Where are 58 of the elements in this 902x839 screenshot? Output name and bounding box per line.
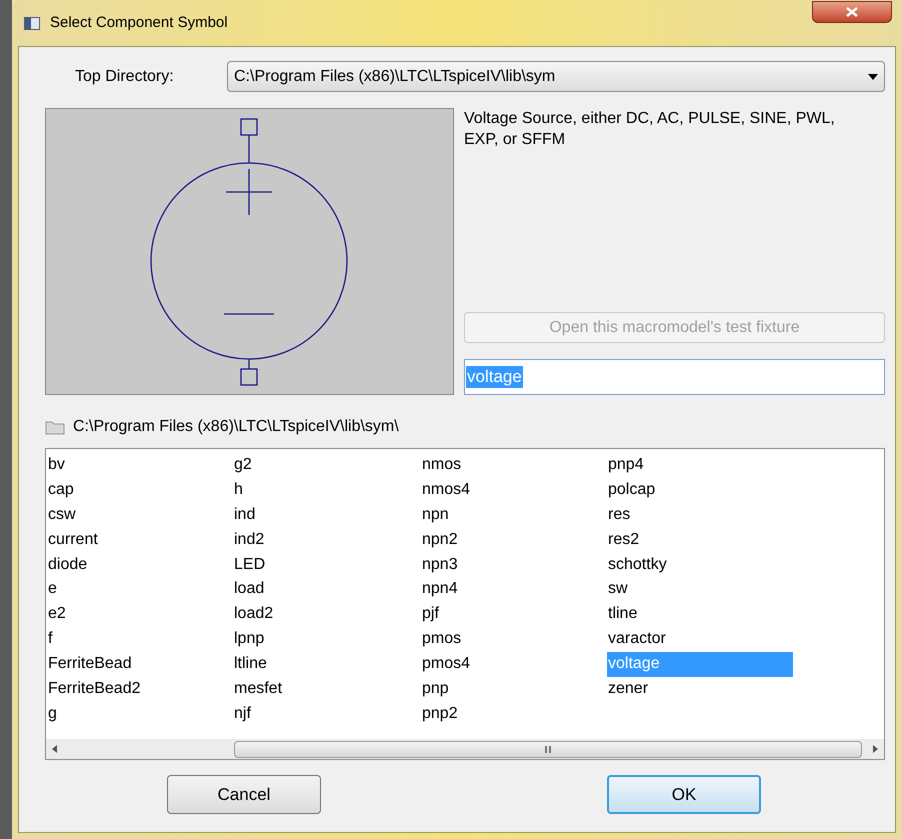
symbol-list-item[interactable]: njf bbox=[233, 702, 421, 727]
symbol-list-item[interactable]: e bbox=[47, 577, 233, 602]
symbol-list-item[interactable]: g2 bbox=[233, 453, 421, 478]
symbol-list-item[interactable]: bv bbox=[47, 453, 233, 478]
symbol-list-item[interactable]: FerriteBead bbox=[47, 652, 233, 678]
folder-icon bbox=[45, 420, 65, 434]
symbol-list-item[interactable]: e2 bbox=[47, 602, 233, 628]
symbol-list-item[interactable]: h bbox=[233, 478, 421, 503]
symbol-list-item[interactable]: pmos4 bbox=[421, 652, 607, 678]
symbol-list-item[interactable]: f bbox=[47, 627, 233, 652]
symbol-list-item[interactable]: pmos bbox=[421, 627, 607, 652]
symbol-list-item[interactable]: pnp4 bbox=[607, 453, 793, 478]
symbol-list-item[interactable]: cap bbox=[47, 478, 233, 503]
symbol-list-item[interactable]: res bbox=[607, 502, 793, 528]
symbol-list-item[interactable]: FerriteBead2 bbox=[47, 677, 233, 702]
folder-path: C:\Program Files (x86)\LTC\LTspiceIV\lib\sym\ bbox=[73, 417, 399, 437]
window-title: Select Component Symbol bbox=[50, 12, 228, 33]
cancel-button[interactable]: Cancel bbox=[167, 775, 321, 814]
symbol-list-item[interactable]: npn3 bbox=[421, 552, 607, 578]
ok-button[interactable]: OK bbox=[607, 775, 761, 814]
scroll-left-icon[interactable] bbox=[52, 745, 57, 753]
symbol-list-item[interactable]: tline bbox=[607, 602, 793, 628]
symbol-list-item[interactable]: csw bbox=[47, 502, 233, 528]
horizontal-scrollbar[interactable] bbox=[46, 739, 884, 759]
app-icon bbox=[24, 16, 40, 30]
symbol-list-item[interactable]: ltline bbox=[233, 652, 421, 678]
symbol-list-item[interactable]: res2 bbox=[607, 528, 793, 553]
symbol-list-item[interactable]: ind bbox=[233, 502, 421, 528]
symbol-list-item[interactable]: schottky bbox=[607, 552, 793, 578]
field-label: Top Directory: bbox=[75, 66, 175, 86]
symbol-list-item[interactable]: ind2 bbox=[233, 528, 421, 553]
dropdown-arrow-icon bbox=[868, 74, 878, 80]
scroll-right-icon[interactable] bbox=[873, 745, 878, 753]
symbol-list-item[interactable]: polcap bbox=[607, 478, 793, 503]
symbol-description: Voltage Source, either DC, AC, PULSE, SINE, PWL, EXP, or SFFM bbox=[464, 109, 836, 150]
scrollbar-thumb[interactable] bbox=[234, 740, 862, 758]
symbol-list-item[interactable]: npn4 bbox=[421, 577, 607, 602]
symbol-list-item[interactable]: pjf bbox=[421, 602, 607, 628]
symbol-list-item[interactable]: npn2 bbox=[421, 528, 607, 553]
directory-dropdown[interactable]: C:\Program Files (x86)\LTC\LTspiceIV\lib\sym bbox=[227, 61, 885, 92]
symbol-list-item[interactable]: load2 bbox=[233, 602, 421, 628]
symbol-list-item[interactable]: varactor bbox=[607, 627, 793, 652]
symbol-list-item[interactable]: nmos bbox=[421, 453, 607, 478]
symbol-list-item[interactable]: lpnp bbox=[233, 627, 421, 652]
close-button[interactable] bbox=[812, 1, 892, 23]
symbol-list-item[interactable]: zener bbox=[607, 677, 793, 702]
symbol-list-item[interactable]: nmos4 bbox=[421, 478, 607, 503]
symbol-list-item[interactable]: mesfet bbox=[233, 677, 421, 702]
symbol-list-item[interactable]: LED bbox=[233, 552, 421, 578]
symbol-list-item[interactable]: load bbox=[233, 577, 421, 602]
close-icon bbox=[846, 7, 858, 17]
symbol-list-item[interactable]: current bbox=[47, 528, 233, 553]
symbol-list-item[interactable]: diode bbox=[47, 552, 233, 578]
symbol-list-item[interactable]: g bbox=[47, 702, 233, 727]
symbol-list-item[interactable]: npn bbox=[421, 502, 607, 528]
symbol-list-item[interactable]: pnp2 bbox=[421, 702, 607, 727]
symbol-list-item[interactable]: sw bbox=[607, 577, 793, 602]
symbol-list-item[interactable]: pnp bbox=[421, 677, 607, 702]
